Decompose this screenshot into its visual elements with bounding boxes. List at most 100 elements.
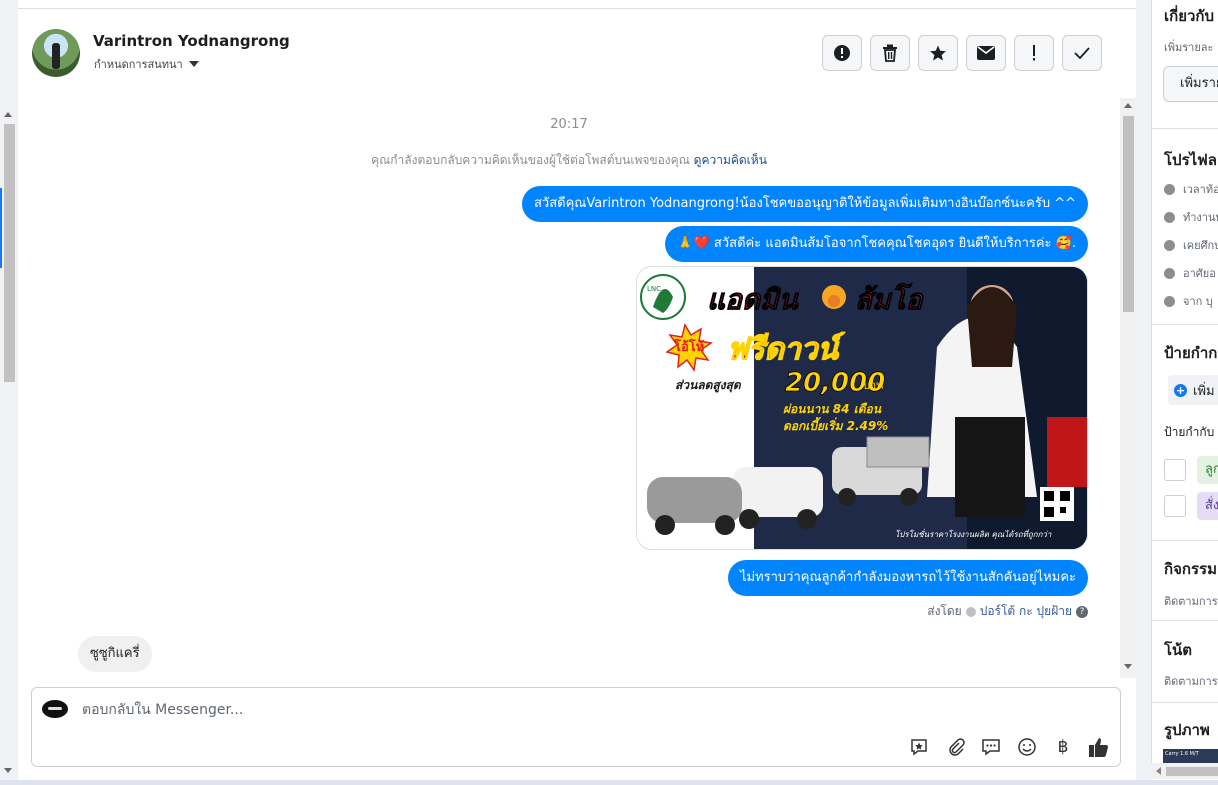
promo-give-label: โอ้โห้ — [673, 338, 704, 355]
profile-row-text: เวลาท้อ — [1183, 183, 1218, 196]
attachment-icon — [949, 738, 965, 756]
photos-title: รูปภาพ — [1164, 721, 1210, 739]
label-tag[interactable]: สั่ง — [1197, 492, 1218, 520]
sent-by-name[interactable]: ปอร์โต้ กะ ปุยฝ้าย — [980, 602, 1072, 621]
page-avatar — [42, 700, 68, 718]
payment-button[interactable]: ฿ — [1052, 736, 1074, 758]
alert-circle-icon — [834, 45, 850, 61]
emoji-button[interactable] — [1016, 736, 1038, 758]
exclamation-icon — [1033, 45, 1035, 61]
promo-image-message[interactable]: LNC แอดมิน ส้มโอ โอ้โห้ ฟรีดาวน์ ส่วนลดส… — [636, 266, 1088, 550]
section-divider — [1152, 702, 1218, 703]
clock-icon — [1164, 183, 1175, 195]
outgoing-message[interactable]: ไม่ทราบว่าคุณลูกค้ากำลังมองหารถไว้ใช้งาน… — [727, 560, 1088, 596]
sidebar-horizontal-scrollbar[interactable] — [1151, 763, 1218, 779]
add-label-text: เพิ่ม — [1193, 383, 1215, 399]
saved-reply-icon — [911, 739, 927, 756]
admin-avatar-icon — [965, 606, 976, 617]
caret-down-icon — [188, 61, 199, 67]
composer-actions: ฿ — [908, 736, 1110, 758]
contact-details-sidebar: เกี่ยวกับ เพิ่มรายละ เพิ่มราย โปรไฟล เวล… — [1151, 0, 1218, 785]
activity-title: กิจกรรม — [1164, 560, 1217, 578]
profile-row-text: ทำงานท — [1183, 211, 1218, 224]
labels-subtitle: ป้ายกำกับ — [1164, 425, 1215, 439]
label-checkbox[interactable] — [1164, 459, 1186, 481]
promo-currency: บาท — [863, 379, 883, 392]
mark-spam-button[interactable] — [822, 35, 862, 71]
label-checkbox[interactable] — [1164, 495, 1186, 517]
section-divider — [1152, 324, 1218, 325]
notice-text: คุณกำลังตอบกลับความคิดเห็นของผู้ใช้ต่อโพ… — [371, 153, 690, 167]
sent-by-label: ส่งโดย — [927, 604, 962, 618]
user-name[interactable]: Varintron Yodnangrong — [93, 32, 290, 50]
conversation-panel: Varintron Yodnangrong กำหนดการสนทนา 20:1… — [18, 0, 1136, 780]
emoji-icon — [1018, 738, 1036, 756]
outgoing-message[interactable]: 🙏❤️ สวัสดีค่ะ แอดมินส้มโอจากโชคคุณโชคอุด… — [665, 226, 1088, 262]
chat-bubble-icon — [982, 739, 1000, 756]
about-subtitle: เพิ่มรายละ — [1164, 41, 1214, 54]
baht-icon: ฿ — [1057, 737, 1069, 757]
scrollbar-thumb[interactable] — [1166, 767, 1218, 776]
profile-row-lives-in: อาศัยอ — [1164, 264, 1216, 282]
left-scrollbar-thumb[interactable] — [4, 124, 15, 382]
promo-free-down: ฟรีดาวน์ — [727, 332, 845, 367]
conversation-toolbar — [822, 35, 1102, 71]
left-scroll-down-arrow[interactable] — [4, 768, 12, 773]
like-button[interactable] — [1088, 736, 1110, 758]
promo-footer: โปรโมชั่นราคาโรงงานผลิต คุณได้รถที่ถูกกว… — [895, 528, 1052, 540]
follow-up-button[interactable] — [1014, 35, 1054, 71]
outgoing-message[interactable]: สวัสดีคุณVarintron Yodnangrong!น้องโชคขอ… — [521, 186, 1088, 222]
section-divider — [1152, 540, 1218, 541]
mark-unread-button[interactable] — [966, 35, 1006, 71]
location-pin-icon — [1164, 295, 1175, 307]
attach-button[interactable] — [944, 736, 966, 758]
saved-reply-button[interactable] — [908, 736, 930, 758]
labels-title: ป้ายกำก — [1164, 344, 1218, 362]
trash-icon — [883, 44, 897, 62]
selected-indicator — [0, 188, 2, 268]
promo-installment: ผ่อนนาน 84 เดือน — [783, 402, 882, 416]
envelope-icon — [977, 46, 995, 60]
profile-row-text: เคยศึกษ — [1183, 239, 1218, 252]
star-icon — [930, 45, 946, 61]
scroll-left-arrow[interactable] — [1156, 767, 1161, 775]
assign-conversation-dropdown[interactable]: กำหนดการสนทนา — [94, 55, 199, 73]
section-divider — [1152, 128, 1218, 129]
about-title: เกี่ยวกับ — [1164, 7, 1215, 25]
thumbs-up-icon — [1089, 738, 1108, 757]
scroll-up-arrow[interactable] — [1124, 103, 1132, 108]
notes-subtitle: ติดตามการ — [1164, 675, 1218, 688]
view-comment-link[interactable]: ดูความคิดเห็น — [694, 153, 767, 167]
svg-text:LNC: LNC — [647, 285, 661, 293]
profile-row-work: ทำงานท — [1164, 208, 1218, 226]
incoming-message[interactable]: ซูซูกิแครี่ — [78, 636, 152, 672]
help-icon[interactable]: ? — [1076, 605, 1088, 618]
reply-input[interactable] — [80, 701, 984, 719]
briefcase-icon — [1164, 211, 1175, 223]
notes-title: โน้ต — [1164, 641, 1193, 659]
location-pin-icon — [1164, 267, 1175, 279]
profile-row-local-time: เวลาท้อ — [1164, 180, 1218, 198]
scrollbar-thumb[interactable] — [1123, 116, 1134, 312]
add-label-button[interactable]: + เพิ่ม — [1168, 375, 1218, 405]
promo-image: LNC แอดมิน ส้มโอ โอ้โห้ ฟรีดาวน์ ส่วนลดส… — [637, 267, 1087, 549]
promo-title-2: ส้มโอ — [855, 282, 925, 316]
mark-done-button[interactable] — [1062, 35, 1102, 71]
label-tag[interactable]: ลูก — [1197, 456, 1218, 484]
message-timestamp: 20:17 — [550, 117, 588, 132]
thread-scrollbar[interactable] — [1120, 98, 1136, 678]
plus-icon: + — [1174, 383, 1187, 397]
scroll-down-arrow[interactable] — [1124, 664, 1132, 669]
left-scroll-up-arrow[interactable] — [4, 112, 12, 117]
sidebar-gutter — [1136, 0, 1151, 785]
profile-row-text: อาศัยอ — [1183, 267, 1216, 280]
graduation-cap-icon — [1164, 239, 1175, 251]
message-thread[interactable]: 20:17 คุณกำลังตอบกลับความคิดเห็นของผู้ใช… — [18, 98, 1120, 678]
user-avatar[interactable] — [32, 29, 80, 77]
quick-reply-button[interactable] — [980, 736, 1002, 758]
left-panel-strip — [0, 0, 19, 785]
delete-button[interactable] — [870, 35, 910, 71]
star-button[interactable] — [918, 35, 958, 71]
add-details-button[interactable]: เพิ่มราย — [1163, 66, 1218, 102]
promo-title-1: แอดมิน — [707, 283, 800, 316]
